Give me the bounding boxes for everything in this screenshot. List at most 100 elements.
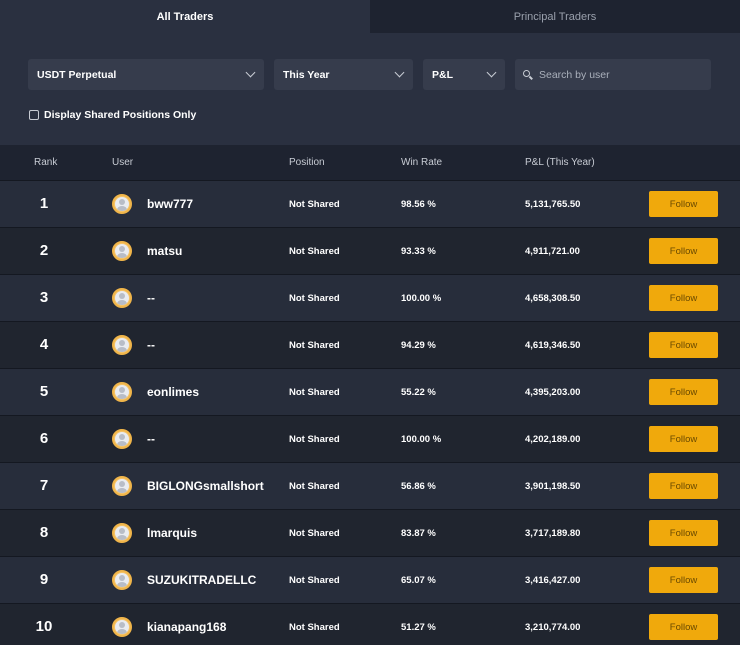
follow-button[interactable]: Follow (649, 332, 718, 358)
follow-button[interactable]: Follow (649, 614, 718, 640)
win-rate-value: 56.86 % (401, 480, 436, 492)
header-user: User (112, 157, 134, 168)
metric-select-value: P&L (432, 68, 453, 81)
search-icon (523, 69, 533, 80)
avatar-icon (112, 194, 132, 214)
rank-number: 7 (39, 477, 49, 494)
win-rate-value: 83.87 % (401, 527, 436, 539)
chevron-down-icon (486, 67, 497, 78)
contract-select-value: USDT Perpetual (37, 68, 117, 81)
win-rate-value: 98.56 % (401, 198, 436, 210)
position-status: Not Shared (289, 574, 340, 586)
trader-username[interactable]: -- (147, 432, 155, 446)
rank-number: 1 (39, 195, 49, 212)
rank-number: 2 (39, 242, 49, 259)
header-rank: Rank (34, 157, 58, 168)
search-box[interactable] (515, 59, 711, 90)
trader-username[interactable]: -- (147, 291, 155, 305)
pnl-value: 4,911,721.00 (525, 245, 580, 257)
period-select[interactable]: This Year (274, 59, 413, 90)
pnl-value: 3,416,427.00 (525, 574, 581, 586)
trader-username[interactable]: eonlimes (147, 385, 199, 399)
follow-button[interactable]: Follow (649, 426, 718, 452)
follow-button[interactable]: Follow (649, 520, 718, 546)
position-status: Not Shared (289, 339, 340, 351)
rank-number: 3 (39, 289, 49, 306)
rank-number: 9 (39, 571, 49, 588)
header-win-rate: Win Rate (401, 157, 443, 168)
avatar-icon (112, 288, 132, 308)
rank-number: 10 (35, 618, 53, 635)
avatar-icon (112, 429, 132, 449)
rank-number: 8 (39, 524, 49, 541)
avatar-icon (112, 382, 132, 402)
header-position: Position (289, 157, 325, 168)
pnl-value: 3,717,189.80 (525, 527, 581, 539)
trader-username[interactable]: lmarquis (147, 526, 197, 540)
win-rate-value: 65.07 % (401, 574, 436, 586)
trader-username[interactable]: kianapang168 (147, 620, 226, 634)
trader-username[interactable]: BIGLONGsmallshort (147, 479, 264, 493)
avatar-icon (112, 476, 132, 496)
position-status: Not Shared (289, 527, 340, 539)
chevron-down-icon (394, 67, 405, 78)
tab-principal-traders[interactable]: Principal Traders (370, 0, 740, 33)
chevron-down-icon (245, 67, 256, 78)
pnl-value: 4,202,189.00 (525, 433, 581, 445)
table-row: 1 bww777 Not Shared 98.56 % 5,131,765.50 Foll… (0, 180, 740, 227)
avatar-icon (112, 617, 132, 637)
table-row: 6 -- Not Shared 100.00 % 4,202,189.00 Follow (0, 415, 740, 462)
filter-panel: USDT Perpetual This Year P&L Display Sha… (0, 33, 740, 145)
rank-number: 5 (39, 383, 49, 400)
search-input[interactable] (539, 68, 699, 81)
position-status: Not Shared (289, 245, 340, 257)
pnl-value: 4,619,346.50 (525, 339, 581, 351)
table-row: 5 eonlimes Not Shared 55.22 % 4,395,203.00 Fo… (0, 368, 740, 415)
shared-only-checkbox[interactable] (29, 110, 39, 120)
position-status: Not Shared (289, 198, 340, 210)
pnl-value: 3,901,198.50 (525, 480, 581, 492)
table-row: 7 BIGLONGsmallshort Not Shared 56.86 % 3,901… (0, 462, 740, 509)
win-rate-value: 100.00 % (401, 292, 442, 304)
win-rate-value: 100.00 % (401, 433, 442, 445)
app-root: All Traders Principal Traders USDT Perpe… (0, 0, 740, 645)
trader-list: 1 bww777 Not Shared 98.56 % 5,131,765.50 Foll… (0, 180, 740, 645)
pnl-value: 4,658,308.50 (525, 292, 581, 304)
follow-button[interactable]: Follow (649, 567, 718, 593)
tab-all-traders[interactable]: All Traders (0, 0, 370, 33)
shared-only-label: Display Shared Positions Only (44, 109, 197, 121)
metric-select[interactable]: P&L (423, 59, 505, 90)
position-status: Not Shared (289, 386, 340, 398)
follow-button[interactable]: Follow (649, 285, 718, 311)
position-status: Not Shared (289, 480, 340, 492)
table-row: 2 matsu Not Shared 93.33 % 4,911,721.00 Follo… (0, 227, 740, 274)
shared-only-filter[interactable]: Display Shared Positions Only (29, 109, 712, 121)
pnl-value: 3,210,774.00 (525, 621, 581, 633)
follow-button[interactable]: Follow (649, 379, 718, 405)
trader-username[interactable]: bww777 (147, 197, 193, 211)
contract-select[interactable]: USDT Perpetual (28, 59, 264, 90)
table-row: 4 -- Not Shared 94.29 % 4,619,346.50 Follow (0, 321, 740, 368)
pnl-value: 4,395,203.00 (525, 386, 581, 398)
win-rate-value: 94.29 % (401, 339, 436, 351)
trader-username[interactable]: -- (147, 338, 155, 352)
table-row: 8 lmarquis Not Shared 83.87 % 3,717,189.80 Fo… (0, 509, 740, 556)
trader-username[interactable]: matsu (147, 244, 182, 258)
header-pnl: P&L (This Year) (525, 157, 595, 168)
follow-button[interactable]: Follow (649, 191, 718, 217)
avatar-icon (112, 241, 132, 261)
rank-number: 6 (39, 430, 49, 447)
win-rate-value: 55.22 % (401, 386, 436, 398)
follow-button[interactable]: Follow (649, 238, 718, 264)
table-row: 10 kianapang168 Not Shared 51.27 % 3,210,774… (0, 603, 740, 645)
table-header: Rank User Position Win Rate P&L (This Ye… (0, 145, 740, 180)
avatar-icon (112, 523, 132, 543)
trader-username[interactable]: SUZUKITRADELLC (147, 573, 256, 587)
table-row: 3 -- Not Shared 100.00 % 4,658,308.50 Follow (0, 274, 740, 321)
position-status: Not Shared (289, 292, 340, 304)
win-rate-value: 93.33 % (401, 245, 436, 257)
period-select-value: This Year (283, 68, 330, 81)
follow-button[interactable]: Follow (649, 473, 718, 499)
pnl-value: 5,131,765.50 (525, 198, 581, 210)
position-status: Not Shared (289, 621, 340, 633)
